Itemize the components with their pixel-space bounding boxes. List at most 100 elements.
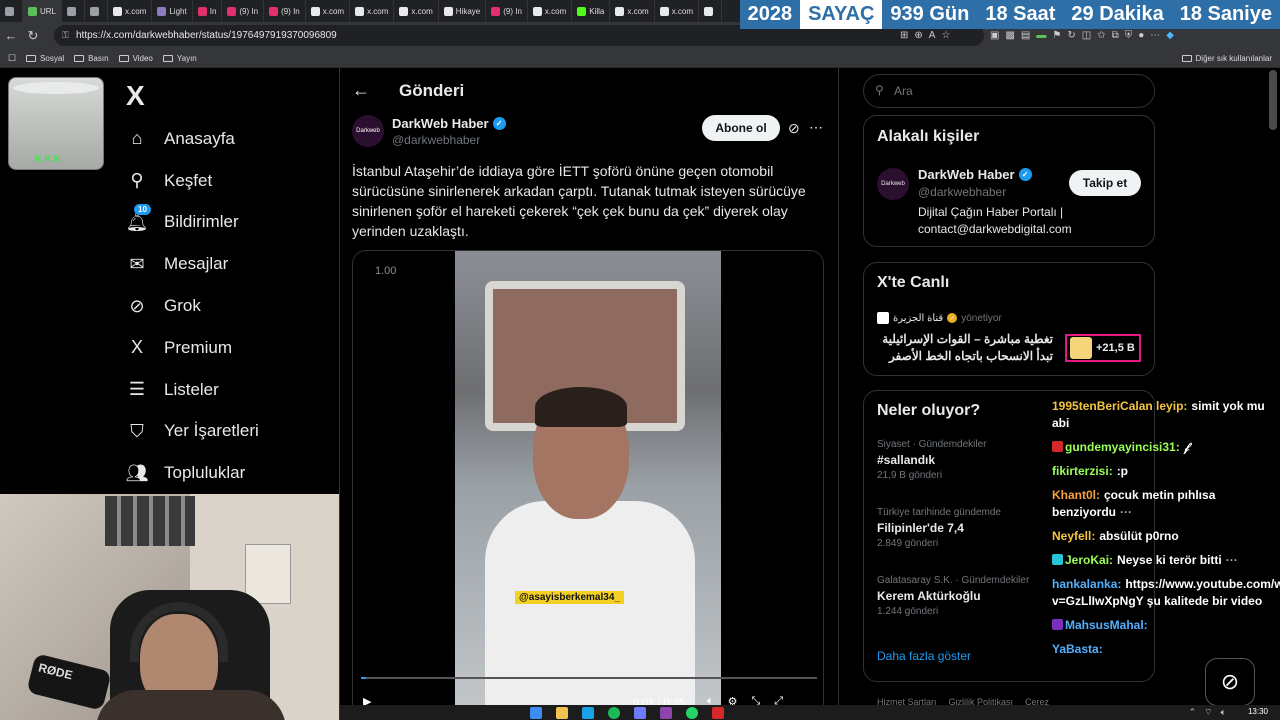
- spotify-icon[interactable]: [608, 707, 620, 719]
- video-player[interactable]: 1.00 @asayisberkemal34_ ▶ 0:01 / 0:25 🔈︎…: [352, 250, 824, 720]
- trend-meta: Türkiye tarihinde gündemde: [877, 507, 1001, 518]
- refresh-icon[interactable]: ↻: [1067, 30, 1075, 41]
- browser-tab[interactable]: [0, 0, 23, 22]
- nav-item-6[interactable]: X Premium: [126, 327, 336, 369]
- back-icon[interactable]: ←: [0, 28, 22, 43]
- browser-tab[interactable]: (9) In: [222, 0, 265, 22]
- extension-icon[interactable]: ⚑: [1052, 30, 1061, 41]
- author-avatar[interactable]: Darkweb: [352, 115, 384, 147]
- extension-icon[interactable]: ▬: [1036, 30, 1046, 41]
- more-options-icon[interactable]: ⋯: [809, 119, 823, 136]
- site-info-icon[interactable]: ⚿: [62, 30, 69, 41]
- favorites-icon[interactable]: ☐: [8, 53, 16, 64]
- other-bookmarks[interactable]: Diğer sık kullanılanlar: [1181, 54, 1272, 63]
- browser-tab[interactable]: (9) In: [486, 0, 528, 22]
- nav-item-9[interactable]: 👥︎ Topluluklar: [126, 452, 336, 494]
- reload-icon[interactable]: ↻: [22, 28, 44, 44]
- network-icon[interactable]: ⌔: [1204, 707, 1212, 718]
- show-more-link[interactable]: Daha fazla göster: [877, 649, 971, 663]
- nav-label: Anasayfa: [164, 128, 235, 148]
- shield-icon[interactable]: ⛨: [1125, 30, 1133, 41]
- video-progress-bar[interactable]: [361, 677, 817, 679]
- install-icon[interactable]: ⊞: [900, 30, 908, 41]
- browser-tab[interactable]: x.com: [610, 0, 655, 22]
- browser-tab[interactable]: [699, 0, 723, 22]
- profile-avatar[interactable]: ●: [1138, 30, 1144, 41]
- related-handle[interactable]: @darkwebhaber: [918, 185, 1006, 199]
- back-arrow-icon[interactable]: ←: [352, 80, 370, 101]
- copilot-icon[interactable]: ◆: [1166, 30, 1174, 41]
- x-logo-icon[interactable]: X: [126, 80, 145, 112]
- folder-icon: [74, 54, 85, 62]
- trend-item[interactable]: Siyaset · Gündemdekiler #sallandık 21,9 B …: [877, 439, 987, 481]
- bookmark-folder[interactable]: Sosyal: [26, 54, 64, 63]
- related-name[interactable]: DarkWeb Haber ✓: [918, 167, 1032, 182]
- extension-icon[interactable]: ▣: [990, 30, 999, 41]
- favorites-icon[interactable]: ✩: [1097, 30, 1105, 41]
- favorite-star-icon[interactable]: ☆: [941, 30, 950, 41]
- tab-label: x.com: [544, 6, 567, 16]
- app-icon[interactable]: [634, 707, 646, 719]
- browser-tab[interactable]: x.com: [655, 0, 700, 22]
- extensions-area: ⊞ ⊕ A ☆: [900, 27, 950, 43]
- bookmark-folder[interactable]: Video: [118, 54, 153, 63]
- trend-item[interactable]: Galatasaray S.K. · Gündemdekiler Kerem Ak…: [877, 575, 1029, 617]
- browser-tab[interactable]: [62, 0, 86, 22]
- browser-tab[interactable]: x.com: [108, 0, 153, 22]
- file-explorer-icon[interactable]: [556, 707, 568, 719]
- extension-icon[interactable]: ▩: [1005, 30, 1014, 41]
- subscribe-button[interactable]: Abone ol: [702, 115, 780, 141]
- browser-tab[interactable]: x.com: [306, 0, 351, 22]
- live-title: X'te Canlı: [877, 274, 950, 291]
- nav-item-2[interactable]: ⚲ Keşfet: [126, 160, 336, 202]
- bookmark-folder[interactable]: Yayın: [162, 54, 197, 63]
- browser-tab[interactable]: Light: [152, 0, 193, 22]
- split-screen-icon[interactable]: ◫: [1082, 30, 1091, 41]
- trend-title: Filipinler'de 7,4: [877, 521, 964, 535]
- start-icon[interactable]: [530, 707, 542, 719]
- nav-item-5[interactable]: ⊘ Grok: [126, 285, 336, 327]
- app-icon[interactable]: [660, 707, 672, 719]
- browser-tab[interactable]: [85, 0, 109, 22]
- live-source[interactable]: قناة الجزيرة ✓ yönetiyor: [877, 312, 1002, 324]
- whatsapp-icon[interactable]: [686, 707, 698, 719]
- nav-item-4[interactable]: ✉ Mesajlar: [126, 243, 336, 285]
- grok-icon[interactable]: ⊘: [788, 120, 800, 137]
- edge-icon[interactable]: [582, 707, 594, 719]
- speaker-icon[interactable]: 🔈︎: [1221, 707, 1226, 718]
- chevron-up-icon[interactable]: ⌃: [1189, 707, 1197, 718]
- browser-tab[interactable]: (9) In: [264, 0, 306, 22]
- browser-tab[interactable]: x.com: [350, 0, 395, 22]
- trend-item[interactable]: Türkiye tarihinde gündemde Filipinler'de …: [877, 507, 1001, 549]
- extension-icon[interactable]: ▤: [1021, 30, 1030, 41]
- nav-item-3[interactable]: 🔔︎ 10 Bildirimler: [126, 202, 336, 244]
- browser-tab[interactable]: Killa: [572, 0, 611, 22]
- webcam-photo-wall: [105, 496, 195, 546]
- live-headline[interactable]: تغطية مباشرة – القوات الإسرائيلية تبدأ ا…: [877, 331, 1053, 365]
- taskbar-clock[interactable]: 13:30: [1248, 707, 1268, 716]
- author-name[interactable]: DarkWeb Haber ✓: [392, 116, 506, 131]
- app-icon[interactable]: [712, 707, 724, 719]
- read-aloud-icon[interactable]: A: [929, 30, 936, 41]
- related-avatar[interactable]: Darkweb: [877, 168, 909, 200]
- menu-icon[interactable]: ⋯: [1150, 30, 1160, 41]
- webcam-poster: [245, 544, 291, 604]
- cup-rim: [13, 82, 99, 94]
- browser-tab[interactable]: Hikaye: [439, 0, 487, 22]
- browser-tab[interactable]: In: [193, 0, 223, 22]
- live-viewers-box[interactable]: +21,5 B: [1065, 334, 1141, 362]
- nav-item-8[interactable]: ⛉ Yer İşaretleri: [126, 411, 336, 453]
- collections-icon[interactable]: ⧉: [1112, 30, 1119, 41]
- grok-floating-button[interactable]: ⊘: [1205, 658, 1255, 706]
- follow-button[interactable]: Takip et: [1069, 170, 1141, 196]
- browser-tab[interactable]: URL: [23, 0, 63, 22]
- author-handle[interactable]: @darkwebhaber: [392, 133, 480, 147]
- browser-tab[interactable]: x.com: [394, 0, 439, 22]
- page-scrollbar[interactable]: [1269, 70, 1277, 130]
- bookmark-folder[interactable]: Basın: [74, 54, 109, 63]
- nav-item-1[interactable]: ⌂ Anasayfa: [126, 118, 336, 160]
- search-input[interactable]: ⚲ Ara: [863, 74, 1155, 108]
- browser-tab[interactable]: x.com: [528, 0, 573, 22]
- zoom-icon[interactable]: ⊕: [914, 30, 922, 41]
- nav-item-7[interactable]: ☰ Listeler: [126, 369, 336, 411]
